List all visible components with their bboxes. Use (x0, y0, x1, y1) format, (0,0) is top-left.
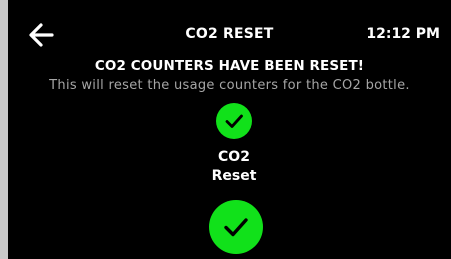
status-label-line2: Reset (211, 168, 257, 184)
reset-headline: CO2 COUNTERS HAVE BEEN RESET! (94, 58, 365, 74)
reset-description: This will reset the usage counters for t… (49, 78, 410, 93)
clock: 12:12 PM (366, 26, 440, 42)
confirm-button[interactable] (209, 200, 263, 254)
co2-reset-screen: CO2 RESET 12:12 PM CO2 COUNTERS HAVE BEE… (8, 0, 451, 259)
status-label-line1: CO2 (218, 149, 250, 165)
check-circle-icon (216, 103, 252, 139)
check-icon (224, 218, 248, 237)
